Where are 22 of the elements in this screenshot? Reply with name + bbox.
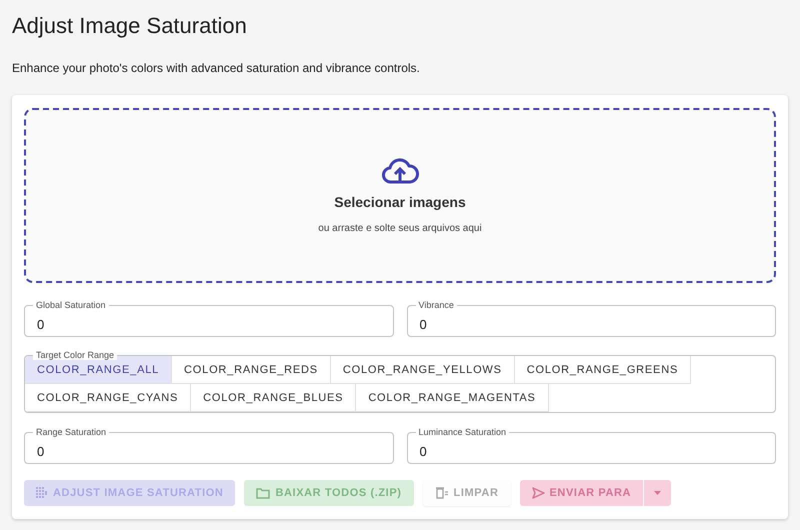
group-label: Target Color Range (33, 350, 118, 360)
field-label: Vibrance (416, 300, 457, 310)
page-description: Enhance your photo's colors with advanced saturation and vibrance controls. (12, 61, 421, 75)
upload-dropzone[interactable]: Selecionar imagens ou arraste e solte seus arquivos aqui (24, 108, 776, 283)
upload-hint: ou arraste e solte seus arquivos aqui (318, 223, 482, 234)
upload-heading: Selecionar imagens (334, 194, 466, 210)
field-label: Luminance Saturation (416, 427, 510, 437)
range-tab[interactable]: COLOR_RANGE_GREENS (514, 356, 692, 384)
range-tab[interactable]: COLOR_RANGE_MAGENTAS (356, 384, 549, 412)
trash-icon (434, 487, 449, 499)
folder-icon (256, 487, 270, 499)
field-label: Global Saturation (33, 300, 109, 310)
field-label: Range Saturation (33, 427, 110, 437)
cloud-upload-icon (381, 157, 419, 185)
page-title: Adjust Image Saturation (12, 13, 248, 39)
grid-icon (36, 487, 48, 499)
range-tab[interactable]: COLOR_RANGE_YELLOWS (330, 356, 515, 384)
caret-icon (654, 491, 662, 495)
send-icon (532, 487, 544, 499)
range-tab[interactable]: COLOR_RANGE_REDS (172, 356, 331, 384)
range-tab[interactable]: COLOR_RANGE_BLUES (191, 384, 356, 412)
range-tab[interactable]: COLOR_RANGE_CYANS (25, 384, 192, 412)
